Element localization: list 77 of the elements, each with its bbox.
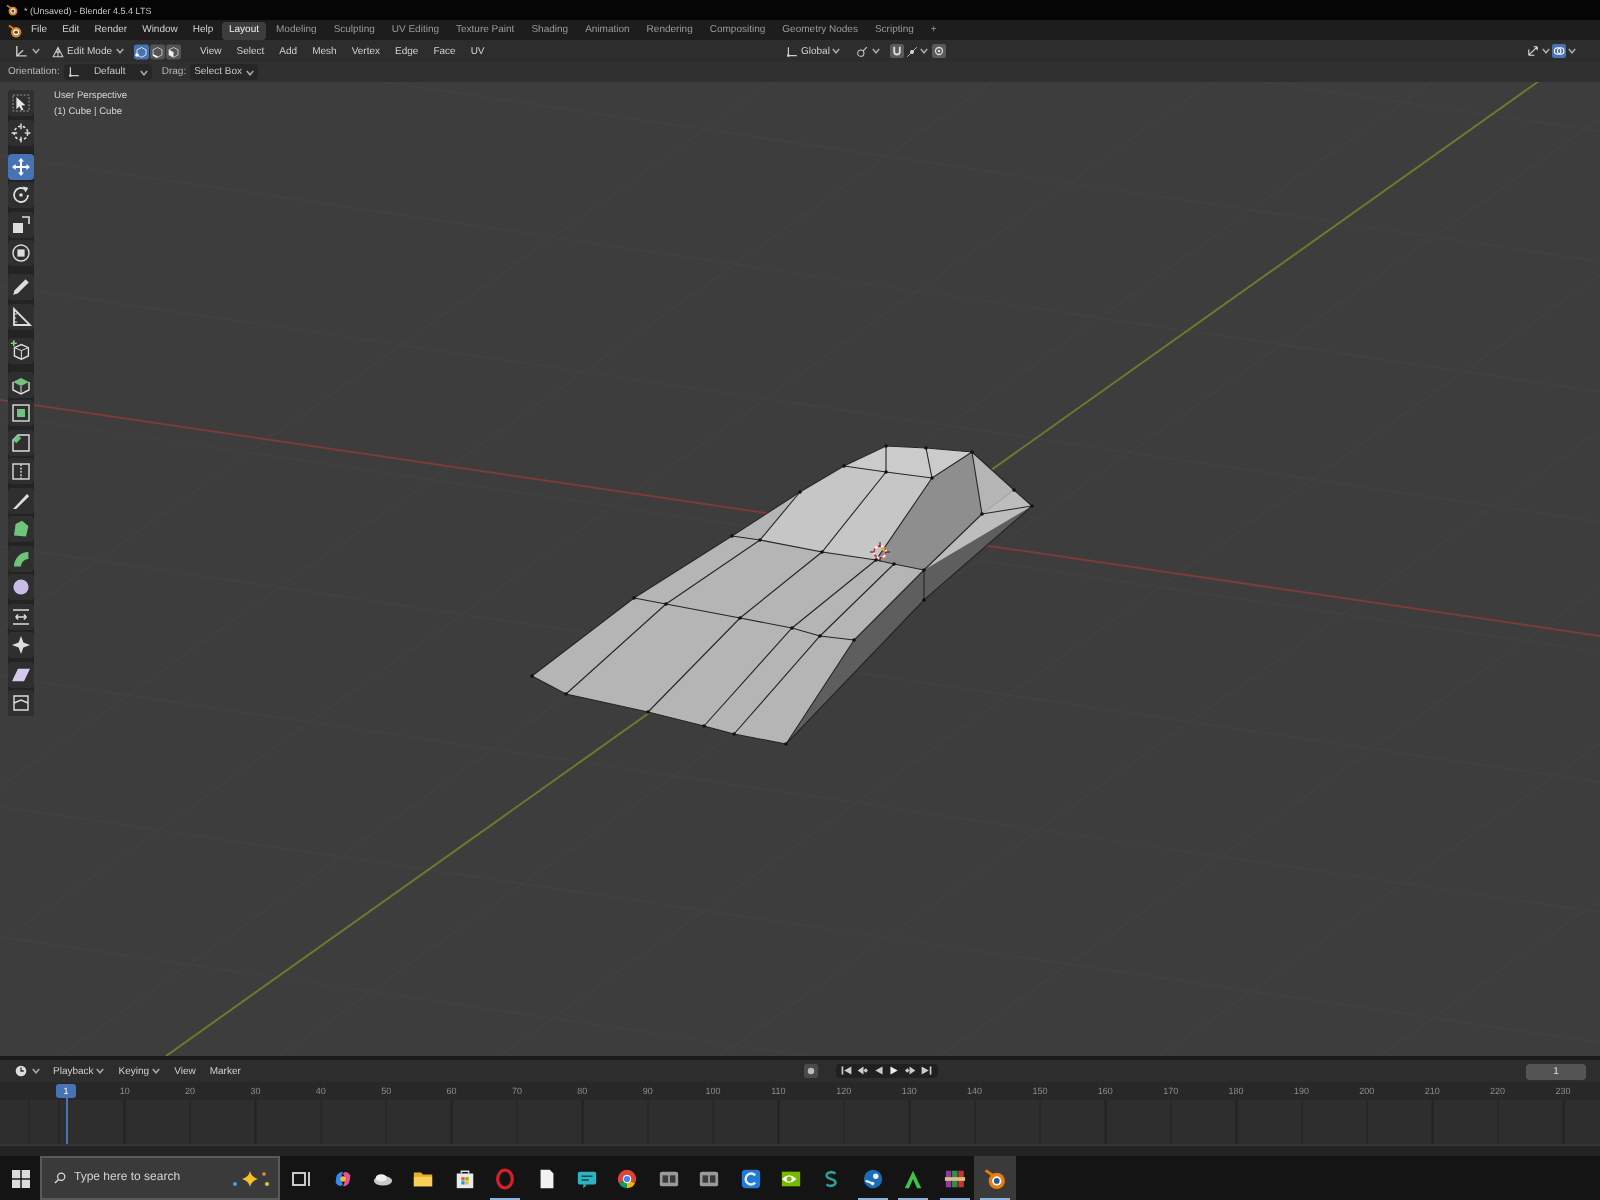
- circular-arrow-icon[interactable]: [8, 182, 34, 208]
- proportional-circle-icon[interactable]: [931, 44, 946, 58]
- reverse-play-icon[interactable]: [872, 1064, 885, 1078]
- taskbar-app-button[interactable]: [974, 1156, 1016, 1200]
- sparkle-icon: [232, 1169, 270, 1187]
- caret-icon: [832, 48, 841, 54]
- arc-app-icon: [739, 1167, 762, 1189]
- skip-back-icon[interactable]: [840, 1064, 853, 1078]
- overlay-circles-icon[interactable]: [1552, 44, 1566, 58]
- caret-icon: [152, 1068, 161, 1074]
- snap-target-icon: [905, 45, 918, 57]
- slide-box-icon[interactable]: [8, 603, 34, 629]
- parallelogram-icon[interactable]: [8, 661, 34, 687]
- caret-icon: [115, 48, 124, 54]
- step-back-icon[interactable]: [856, 1064, 869, 1078]
- peak-app-icon: [902, 1167, 925, 1189]
- swirl-app-icon: [331, 1167, 354, 1189]
- cube-face-icon[interactable]: [166, 43, 182, 59]
- caret-icon: [31, 48, 39, 54]
- caret-icon: [246, 69, 254, 75]
- search-icon: [54, 1172, 66, 1184]
- app-logo-icon[interactable]: [8, 23, 22, 37]
- torn-box-icon[interactable]: [8, 690, 34, 716]
- eye-app-icon: [779, 1167, 802, 1189]
- orientation-axes-icon: [786, 45, 798, 57]
- skip-forward-icon[interactable]: [920, 1064, 933, 1078]
- keyboard-app-icon: [698, 1167, 721, 1189]
- app-logo-icon: [6, 4, 18, 16]
- circle-stem-icon: [856, 45, 869, 57]
- caret-icon: [1541, 48, 1549, 54]
- caret-icon: [96, 1068, 105, 1074]
- axes-icon: [14, 44, 28, 58]
- task-view-icon[interactable]: [292, 1169, 312, 1187]
- four-arrows-icon[interactable]: [8, 153, 34, 179]
- chat-monitor-icon: [576, 1167, 599, 1189]
- polygon-icon[interactable]: [8, 516, 34, 542]
- record-icon[interactable]: [804, 1064, 818, 1078]
- pencil-icon[interactable]: [8, 274, 34, 300]
- caret-icon: [139, 69, 148, 75]
- orbit-app-icon: [983, 1167, 1006, 1189]
- cursor-target-icon[interactable]: [869, 541, 891, 563]
- ruler-icon[interactable]: [8, 303, 34, 329]
- cube-plus-icon[interactable]: [8, 337, 34, 363]
- caret-icon: [919, 48, 928, 54]
- gizmo-arrows-icon[interactable]: [1525, 44, 1539, 58]
- sphere-icon[interactable]: [8, 574, 34, 600]
- step-forward-icon[interactable]: [904, 1064, 917, 1078]
- circle-square-icon[interactable]: [8, 240, 34, 266]
- four-panes-icon[interactable]: [11, 1169, 29, 1187]
- folder-icon: [412, 1167, 435, 1189]
- diamond-arrows-icon[interactable]: [8, 632, 34, 658]
- box-up-icon[interactable]: [8, 371, 34, 397]
- bevel-box-icon[interactable]: [8, 429, 34, 455]
- fan-shape-icon[interactable]: [8, 545, 34, 571]
- cut-box-icon[interactable]: [8, 458, 34, 484]
- cube-vertex-icon[interactable]: [134, 43, 150, 59]
- arrow-pointer-icon[interactable]: [8, 90, 34, 116]
- books-app-icon: [943, 1167, 966, 1189]
- cube-edge-icon[interactable]: [150, 43, 166, 59]
- knife-icon[interactable]: [8, 487, 34, 513]
- ring-app-icon: [494, 1167, 517, 1189]
- inset-square-icon[interactable]: [8, 400, 34, 426]
- shopping-bag-icon: [453, 1167, 476, 1189]
- caret-icon: [871, 48, 880, 54]
- caret-icon: [1568, 48, 1576, 54]
- keyboard-app-icon: [657, 1167, 680, 1189]
- caret-icon: [31, 1068, 39, 1074]
- corner-squares-icon[interactable]: [8, 211, 34, 237]
- play-icon[interactable]: [888, 1064, 901, 1078]
- piston-circle-icon: [861, 1167, 884, 1189]
- s-curve-app-icon: [820, 1167, 843, 1189]
- mesh-icon: [52, 45, 64, 57]
- crosshair-icon[interactable]: [8, 119, 34, 145]
- magnet-icon[interactable]: [889, 44, 904, 58]
- document-icon: [535, 1167, 558, 1189]
- orientation-axes-icon: [67, 66, 80, 78]
- playhead-line[interactable]: [65, 1098, 67, 1144]
